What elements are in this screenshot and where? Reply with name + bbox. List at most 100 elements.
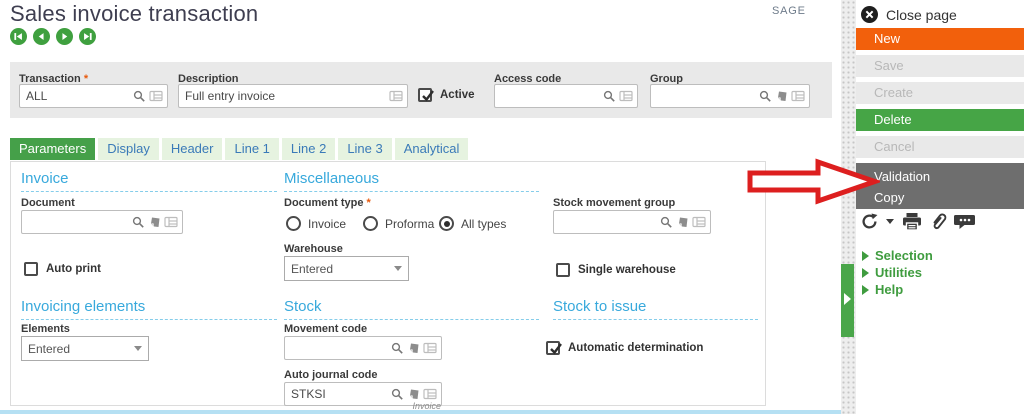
sidebar-link-help[interactable]: Help bbox=[862, 281, 933, 298]
record-navigation bbox=[10, 28, 96, 45]
search-icon[interactable] bbox=[132, 216, 145, 229]
table-lookup-icon[interactable] bbox=[692, 216, 706, 228]
close-page-button[interactable]: Close page bbox=[861, 6, 957, 23]
triangle-right-icon bbox=[862, 251, 869, 261]
active-label: Active bbox=[440, 89, 475, 101]
warehouse-dropdown[interactable]: Entered bbox=[284, 256, 409, 281]
radio-proforma-row: Proforma bbox=[363, 216, 434, 231]
cancel-button[interactable]: Cancel bbox=[856, 136, 1024, 158]
movement-code-field bbox=[284, 336, 442, 360]
panel-splitter bbox=[841, 0, 856, 414]
search-icon[interactable] bbox=[133, 90, 146, 103]
automatic-determination-checkbox[interactable] bbox=[546, 341, 560, 355]
actions-icon[interactable] bbox=[407, 388, 420, 401]
description-field bbox=[178, 84, 408, 108]
actions-icon[interactable] bbox=[676, 216, 689, 229]
bottom-scroll-track bbox=[0, 410, 843, 414]
stock-movement-group-input[interactable] bbox=[560, 215, 657, 229]
single-warehouse-checkbox[interactable] bbox=[556, 263, 570, 277]
document-field bbox=[21, 210, 183, 234]
access-code-input[interactable] bbox=[501, 89, 600, 103]
table-lookup-icon[interactable] bbox=[389, 90, 403, 102]
first-record-button[interactable] bbox=[10, 28, 27, 45]
print-icon[interactable] bbox=[901, 212, 923, 231]
table-lookup-icon[interactable] bbox=[619, 90, 633, 102]
last-record-icon bbox=[82, 31, 93, 42]
radio-invoice-label: Invoice bbox=[308, 217, 346, 231]
auto-journal-code-input[interactable] bbox=[291, 387, 388, 401]
group-field bbox=[650, 84, 810, 108]
warehouse-value: Entered bbox=[291, 262, 333, 276]
group-input[interactable] bbox=[657, 89, 756, 103]
movement-code-label: Movement code bbox=[284, 323, 367, 335]
close-icon bbox=[861, 6, 878, 23]
section-title-invoicing-elements: Invoicing elements bbox=[21, 298, 277, 320]
tab-line-3[interactable]: Line 3 bbox=[338, 138, 391, 160]
sidebar-link-selection[interactable]: Selection bbox=[862, 247, 933, 264]
sidebar-link-utilities[interactable]: Utilities bbox=[862, 264, 933, 281]
tab-line-1[interactable]: Line 1 bbox=[225, 138, 278, 160]
refresh-icon[interactable] bbox=[860, 212, 879, 231]
transaction-input[interactable] bbox=[26, 89, 130, 103]
next-record-button[interactable] bbox=[56, 28, 73, 45]
validation-button[interactable]: Validation bbox=[856, 166, 1024, 187]
required-marker: * bbox=[367, 197, 371, 209]
previous-record-button[interactable] bbox=[33, 28, 50, 45]
new-button[interactable]: New bbox=[856, 28, 1024, 50]
active-checkbox-row: Active bbox=[418, 88, 475, 102]
movement-code-input[interactable] bbox=[291, 341, 388, 355]
key-fields-bar: Transaction * Description Active Access … bbox=[10, 62, 832, 118]
automatic-determination-row: Automatic determination bbox=[546, 341, 703, 355]
extra-actions-block: Validation Copy bbox=[856, 163, 1024, 209]
stock-movement-group-field bbox=[553, 210, 711, 234]
chevron-down-icon bbox=[394, 266, 402, 271]
table-lookup-icon[interactable] bbox=[149, 90, 163, 102]
description-input[interactable] bbox=[185, 89, 386, 103]
warehouse-label: Warehouse bbox=[284, 243, 343, 255]
single-warehouse-row: Single warehouse bbox=[556, 263, 676, 277]
next-record-icon bbox=[59, 31, 70, 42]
copy-button[interactable]: Copy bbox=[856, 187, 1024, 208]
tab-line-2[interactable]: Line 2 bbox=[282, 138, 335, 160]
elements-label: Elements bbox=[21, 323, 70, 335]
transaction-field bbox=[19, 84, 168, 108]
refresh-options-caret-icon[interactable] bbox=[886, 219, 894, 224]
table-lookup-icon[interactable] bbox=[791, 90, 805, 102]
last-record-button[interactable] bbox=[79, 28, 96, 45]
search-icon[interactable] bbox=[391, 388, 404, 401]
tab-analytical[interactable]: Analytical bbox=[395, 138, 469, 160]
tab-header[interactable]: Header bbox=[162, 138, 223, 160]
save-button[interactable]: Save bbox=[856, 55, 1024, 77]
first-record-icon bbox=[13, 31, 24, 42]
search-icon[interactable] bbox=[660, 216, 673, 229]
document-label: Document bbox=[21, 197, 75, 209]
radio-all-types[interactable] bbox=[439, 216, 454, 231]
table-lookup-icon[interactable] bbox=[164, 216, 178, 228]
delete-button[interactable]: Delete bbox=[856, 109, 1024, 131]
table-lookup-icon[interactable] bbox=[423, 388, 437, 400]
tab-parameters[interactable]: Parameters bbox=[10, 138, 95, 160]
active-checkbox[interactable] bbox=[418, 88, 432, 102]
tab-display[interactable]: Display bbox=[98, 138, 159, 160]
attachment-icon[interactable] bbox=[930, 212, 947, 231]
section-title-stock-to-issue: Stock to issue bbox=[553, 298, 758, 320]
actions-icon[interactable] bbox=[148, 216, 161, 229]
actions-icon[interactable] bbox=[775, 90, 788, 103]
radio-proforma[interactable] bbox=[363, 216, 378, 231]
auto-print-checkbox[interactable] bbox=[24, 262, 38, 276]
action-sidebar: Close page New Save Create Delete Cancel… bbox=[856, 0, 1024, 414]
actions-icon[interactable] bbox=[407, 342, 420, 355]
search-icon[interactable] bbox=[603, 90, 616, 103]
section-title-invoice: Invoice bbox=[21, 170, 277, 192]
radio-invoice[interactable] bbox=[286, 216, 301, 231]
elements-dropdown[interactable]: Entered bbox=[21, 336, 149, 361]
table-lookup-icon[interactable] bbox=[423, 342, 437, 354]
document-input[interactable] bbox=[28, 215, 129, 229]
splitter-collapse-handle[interactable] bbox=[841, 264, 854, 337]
create-button[interactable]: Create bbox=[856, 82, 1024, 104]
sidebar-links: Selection Utilities Help bbox=[862, 247, 933, 298]
access-code-field bbox=[494, 84, 638, 108]
search-icon[interactable] bbox=[391, 342, 404, 355]
search-icon[interactable] bbox=[759, 90, 772, 103]
comment-icon[interactable] bbox=[954, 212, 976, 231]
